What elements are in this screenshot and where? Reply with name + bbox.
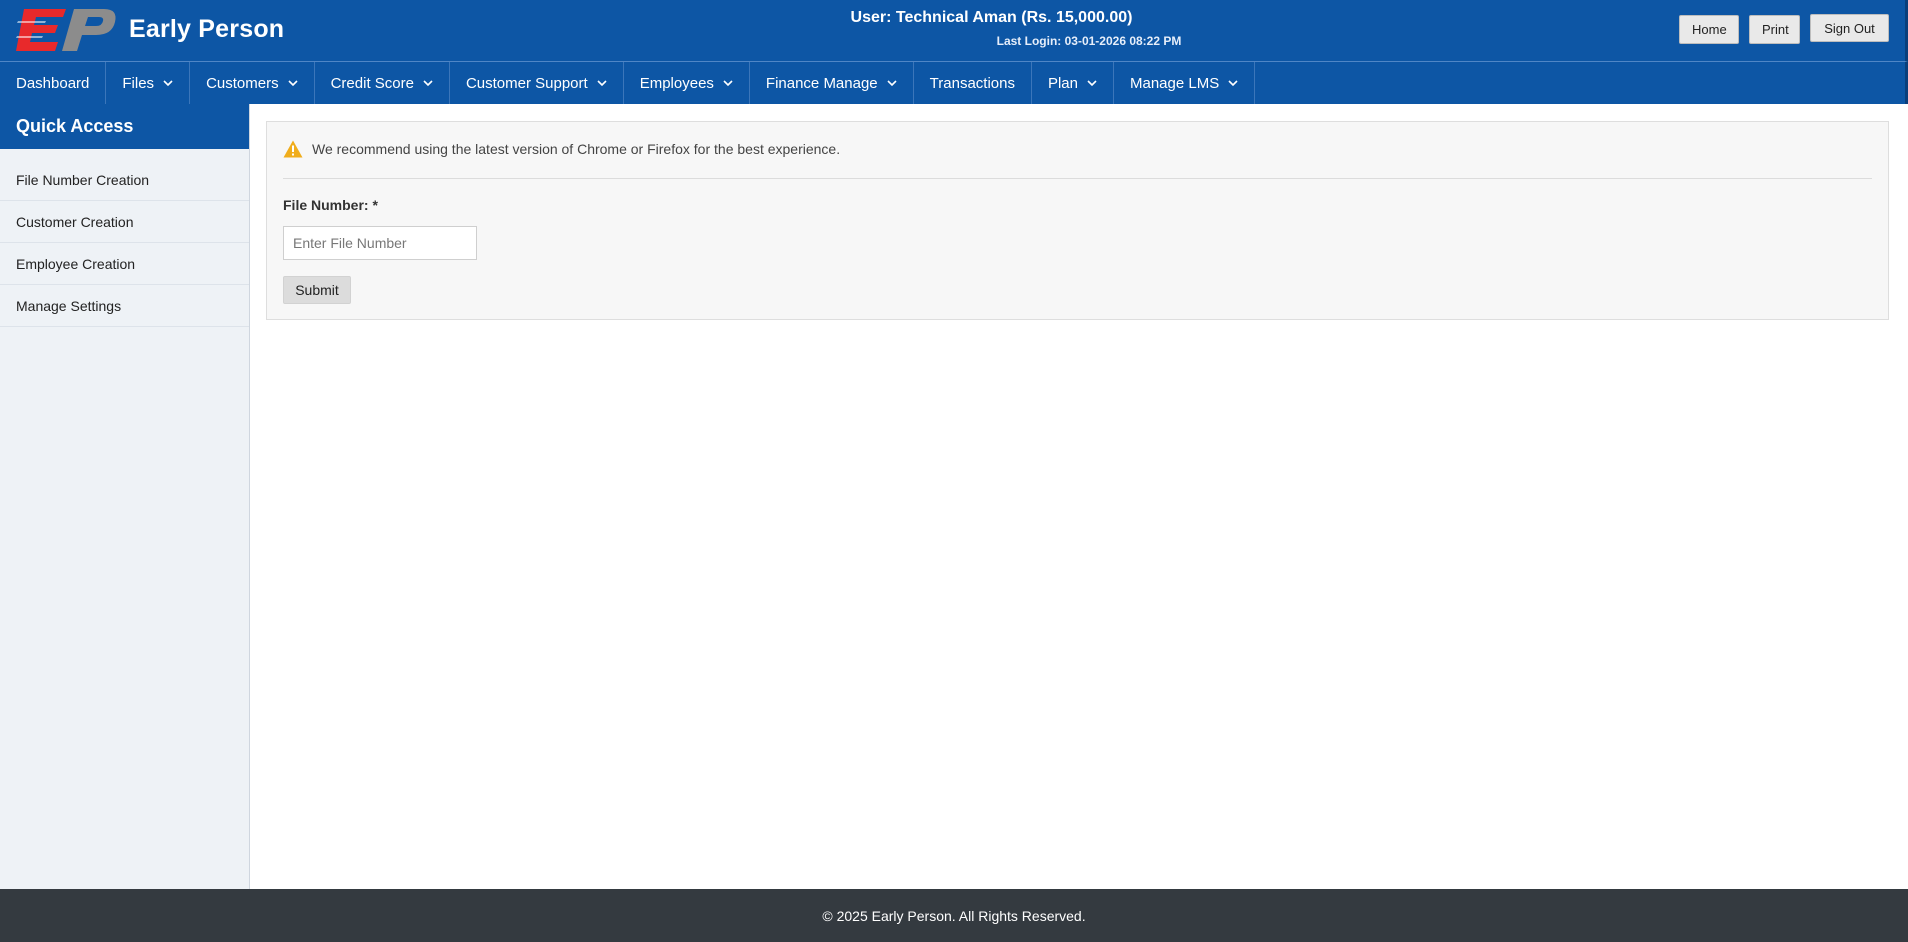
nav-finance-manage[interactable]: Finance Manage [750, 62, 914, 104]
sidebar-item-customer-creation[interactable]: Customer Creation [0, 201, 249, 243]
nav-manage-lms[interactable]: Manage LMS [1114, 62, 1256, 104]
chevron-down-icon [1228, 78, 1238, 88]
nav-label: Plan [1047, 74, 1078, 92]
nav-files[interactable]: Files [106, 62, 191, 104]
chevron-down-icon [288, 78, 298, 88]
sidebar-item-employee-creation[interactable]: Employee Creation [0, 243, 249, 285]
file-number-label: File Number: * [283, 197, 378, 213]
user-info: User: Technical Aman (Rs. 15,000.00) Las… [0, 9, 1905, 48]
sidebar-list: File Number Creation Customer Creation E… [0, 159, 249, 327]
nav-plan[interactable]: Plan [1032, 62, 1114, 104]
chevron-down-icon [163, 78, 173, 88]
browser-notice: We recommend using the latest version of… [283, 140, 1872, 179]
nav-customer-support[interactable]: Customer Support [450, 62, 624, 104]
nav-transactions[interactable]: Transactions [914, 62, 1032, 104]
file-number-input[interactable] [283, 226, 477, 260]
sidebar-title: Quick Access [0, 104, 249, 149]
submit-button[interactable]: Submit [283, 276, 351, 304]
warning-icon [283, 140, 303, 158]
nav-label: Employees [639, 74, 714, 92]
user-balance: User: Technical Aman (Rs. 15,000.00) [850, 9, 1133, 26]
nav-label: Credit Score [330, 74, 414, 92]
nav-label: Transactions [929, 74, 1015, 92]
nav-dashboard[interactable]: Dashboard [0, 62, 107, 104]
nav-label: Customers [206, 74, 279, 92]
chevron-down-icon [1087, 78, 1097, 88]
top-header: Early Person User: Technical Aman (Rs. 1… [0, 0, 1908, 61]
sign-out-button[interactable]: Sign Out [1810, 14, 1889, 42]
nav-customers[interactable]: Customers [190, 62, 315, 104]
footer-copyright: © 2025 Early Person. All Rights Reserved… [822, 907, 1086, 924]
nav-label: Finance Manage [765, 74, 878, 92]
nav-credit-score[interactable]: Credit Score [315, 62, 450, 104]
sidebar-item-manage-settings[interactable]: Manage Settings [0, 285, 249, 327]
file-number-panel: We recommend using the latest version of… [266, 121, 1889, 320]
last-login: Last Login: 03-01-2026 08:22 PM [996, 34, 1182, 48]
chevron-down-icon [423, 78, 433, 88]
page-footer: © 2025 Early Person. All Rights Reserved… [0, 889, 1908, 942]
app-root: Early Person User: Technical Aman (Rs. 1… [0, 0, 1908, 942]
main-nav: Dashboard Files Customers Credit Score C… [0, 61, 1908, 104]
nav-label: Files [122, 74, 155, 92]
notice-text: We recommend using the latest version of… [312, 141, 841, 157]
chevron-down-icon [597, 78, 607, 88]
print-button[interactable]: Print [1749, 15, 1800, 44]
nav-label: Customer Support [465, 74, 588, 92]
nav-label: Manage LMS [1130, 74, 1220, 92]
nav-label: Dashboard [16, 74, 90, 92]
home-button[interactable]: Home [1679, 15, 1739, 44]
sidebar-item-file-number-creation[interactable]: File Number Creation [0, 159, 249, 201]
quick-access-sidebar: Quick Access File Number Creation Custom… [0, 104, 250, 889]
chevron-down-icon [723, 78, 733, 88]
chevron-down-icon [887, 78, 897, 88]
nav-employees[interactable]: Employees [624, 62, 750, 104]
